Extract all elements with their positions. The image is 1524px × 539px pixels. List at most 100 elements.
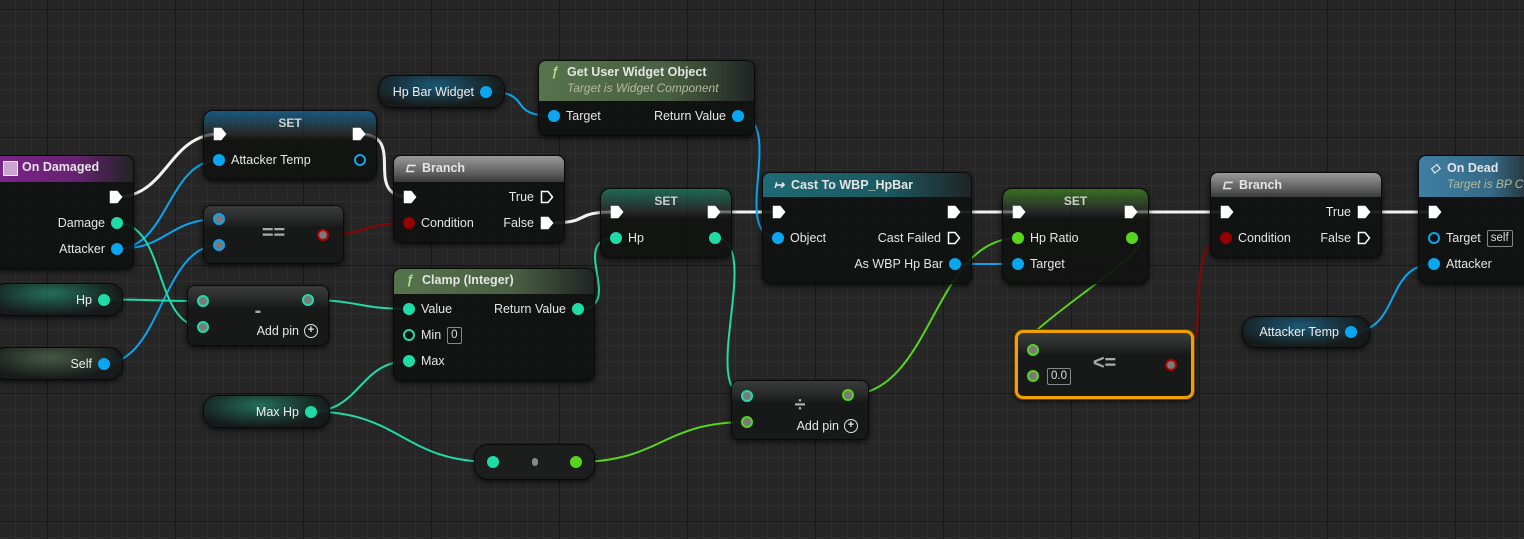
return-value-pin[interactable] — [732, 110, 744, 122]
target-pin[interactable] — [548, 110, 560, 122]
exec-pin[interactable] — [1428, 205, 1442, 219]
damage-pin[interactable] — [111, 217, 123, 229]
default-value-box[interactable]: self — [1486, 229, 1513, 247]
value-pin[interactable] — [403, 303, 415, 315]
node-body: Damage Attacker — [0, 182, 133, 268]
set-title: SET — [654, 194, 678, 208]
hp-variable-node[interactable]: Hp — [0, 283, 123, 316]
out-pin[interactable] — [317, 228, 329, 241]
variable-label: Hp Bar Widget — [392, 84, 474, 99]
conversion-node[interactable] — [474, 444, 595, 480]
blueprint-graph-canvas[interactable]: ▬ On Damaged Damage Attacker Hp Self SET Attack… — [0, 0, 1524, 539]
attacker-pin[interactable] — [1428, 258, 1440, 270]
attacker-temp-pin[interactable] — [213, 154, 225, 166]
pin-label: As WBP Hp Bar — [854, 257, 943, 271]
out-pin[interactable] — [480, 85, 492, 98]
wire-int[interactable] — [714, 237, 748, 397]
subtract-node[interactable]: - Add pin + — [187, 285, 329, 346]
left-pins: Target self — [1428, 229, 1513, 247]
left-pins: Value — [403, 302, 452, 316]
outv-pin[interactable] — [1126, 232, 1138, 244]
out-pin[interactable] — [842, 389, 854, 401]
return-value-pin[interactable] — [572, 303, 584, 315]
get-user-widget-object-node[interactable]: ƒ Get User Widget Object Target is Widget … — [538, 60, 755, 136]
exec-pin[interactable] — [947, 205, 961, 219]
set-node[interactable]: SET Hp Ratio Target — [1002, 188, 1149, 284]
add-pin-button[interactable]: Add pin + — [797, 419, 858, 433]
on-dead-node[interactable]: ◇ On Dead Target is BP C Target self Attacker — [1418, 155, 1524, 284]
left-pins: Target — [1012, 257, 1065, 271]
pin-label: True — [508, 190, 534, 204]
exec-pin[interactable] — [947, 231, 961, 245]
exec-pin[interactable] — [403, 190, 417, 204]
add-pin-button[interactable]: Add pin + — [257, 324, 318, 338]
target-pin[interactable] — [1428, 232, 1440, 244]
set-node[interactable]: SET Hp — [600, 188, 732, 258]
pin-row: True — [1211, 199, 1381, 225]
hp-ratio-pin[interactable] — [1012, 232, 1024, 244]
branch-node[interactable]: ⊏ Branch True Condition False — [1210, 172, 1382, 258]
clamp-integer-node[interactable]: ƒ Clamp (Integer) Value Return Value Min 0 Max — [393, 268, 595, 381]
node-body: Value Return Value Min 0 Max — [394, 294, 594, 380]
exec-pin[interactable] — [1357, 231, 1371, 245]
attacker-pin[interactable] — [111, 243, 123, 255]
cast-to-wbp-hpbar-node[interactable]: ↦ Cast To WBP_HpBar Object Cast Failed As WB… — [762, 172, 972, 284]
exec-pin[interactable] — [540, 190, 554, 204]
outv-pin[interactable] — [354, 154, 366, 166]
set-node[interactable]: SET Attacker Temp — [203, 110, 377, 180]
exec-pin[interactable] — [1357, 205, 1371, 219]
out-pin[interactable] — [98, 293, 110, 306]
pin-row: Target — [1003, 251, 1148, 277]
exec-pin[interactable] — [772, 205, 786, 219]
pin-label: Target — [1030, 257, 1065, 271]
self-variable-node[interactable]: Self — [0, 347, 123, 380]
out-pin[interactable] — [1165, 358, 1177, 371]
min-pin[interactable] — [403, 329, 415, 341]
out-pin[interactable] — [305, 405, 317, 418]
outv-pin[interactable] — [709, 232, 721, 244]
plus-circle-icon: + — [844, 419, 858, 433]
pin-label: Object — [790, 231, 827, 245]
node-body: True Condition False — [394, 182, 564, 242]
hp-bar-widget-variable-node[interactable]: Hp Bar Widget — [378, 75, 505, 108]
left-pins: Attacker — [1428, 257, 1492, 271]
pin-row: Attacker — [1419, 251, 1524, 277]
branch-node[interactable]: ⊏ Branch True Condition False — [393, 155, 565, 243]
wire-int[interactable] — [310, 410, 494, 463]
pin-label: Condition — [421, 216, 474, 230]
equal-node[interactable]: == — [203, 205, 344, 264]
node-header: ▬ On Damaged — [0, 156, 133, 182]
node-title: On Damaged — [22, 160, 100, 174]
max-pin[interactable] — [403, 355, 415, 367]
divide-node[interactable]: ÷ Add pin + — [731, 380, 869, 440]
node-title: Clamp (Integer) — [422, 273, 514, 287]
right-pins: False — [1320, 231, 1371, 245]
wire-float[interactable] — [575, 421, 748, 463]
condition-pin[interactable] — [403, 217, 415, 229]
out-pin[interactable] — [98, 357, 110, 370]
b-pin[interactable] — [197, 321, 209, 333]
condition-pin[interactable] — [1220, 232, 1232, 244]
out-pin[interactable] — [1345, 326, 1357, 338]
exec-pin[interactable] — [1220, 205, 1234, 219]
target-pin[interactable] — [1012, 258, 1024, 270]
on-damaged-node[interactable]: ▬ On Damaged Damage Attacker — [0, 155, 134, 269]
default-value-box[interactable]: 0 — [447, 326, 462, 344]
hp-pin[interactable] — [610, 232, 622, 244]
attacker-temp-variable-node[interactable]: Attacker Temp — [1242, 316, 1370, 348]
pin-row: Condition False — [394, 210, 564, 236]
out-pin[interactable] — [302, 294, 314, 306]
out-pin[interactable] — [570, 456, 582, 468]
object-pin[interactable] — [772, 232, 784, 244]
max-hp-variable-node[interactable]: Max Hp — [203, 395, 330, 428]
left-pins — [403, 190, 417, 204]
as-wbp-hp-bar-pin[interactable] — [949, 258, 961, 270]
exec-pin[interactable] — [109, 190, 123, 204]
cast-icon: ↦ — [773, 178, 785, 192]
custom-event-icon: ◇ — [1430, 161, 1440, 175]
exec-pin[interactable] — [540, 216, 554, 230]
pin-label: Hp Ratio — [1030, 231, 1079, 245]
in-pin[interactable] — [487, 456, 499, 468]
less-equal-node[interactable]: 0.0 <= — [1015, 330, 1194, 399]
b-pin[interactable] — [741, 416, 753, 428]
